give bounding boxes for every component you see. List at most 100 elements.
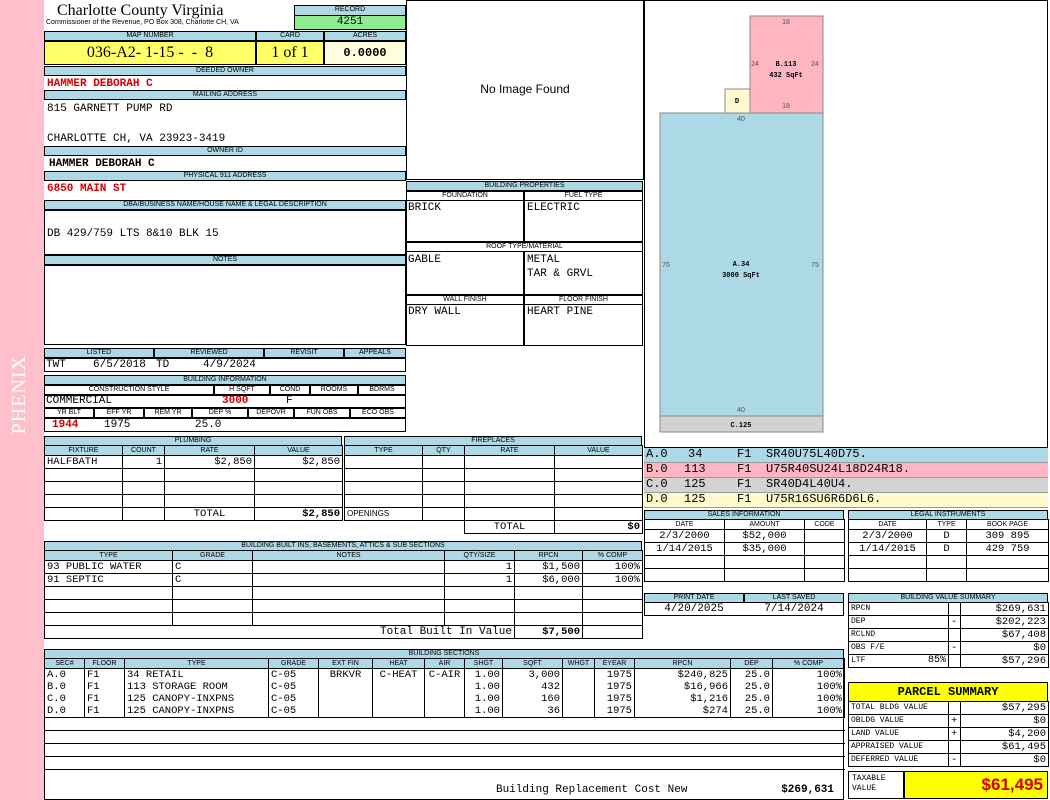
dep-label: DEP % [192,408,248,418]
legal-header: DATE [848,519,927,530]
section-cell: 25.0 [730,705,773,718]
reviewed-label: REVIEWED [154,348,264,358]
sketch-dim: 18 [782,103,790,110]
section-cell: C-05 [268,668,319,681]
sketch-area-b: 432 SqFt [769,72,803,80]
roof-material-value-1: METAL [527,254,561,266]
parcel-name: TOTAL BLDG VALUE [848,701,949,715]
mailing-address-line1: 815 GARNETT PUMP RD [47,103,173,115]
table-row: B.0 F1 113 STORAGE ROOM C-05 1.00 432 1975 $16,… [44,681,845,693]
sections-header: SHGT [464,658,503,669]
section-cell: C-05 [268,681,319,693]
legal-header: TYPE [926,519,967,530]
segment-code: A.0 [646,447,668,461]
built-ins-header: % COMP [582,550,643,561]
value-summary-table: RPCN $269,631 DEP - $202,223 RCLND $67,408 O… [848,602,1049,668]
fireplaces-total: $0 [554,520,643,534]
sections-header: GRADE [268,658,319,669]
summary-sign: - [948,615,961,629]
built-ins-cell: $1,500 [514,560,583,574]
parcel-value: $0 [960,714,1049,728]
sections-header: EXT FIN [318,658,373,669]
fireplaces-header: TYPE [344,445,423,456]
parcel-name: LAND VALUE [848,727,949,741]
section-cell [424,693,465,705]
built-ins-header: RPCN [514,550,583,561]
section-cell: 100% [772,705,845,718]
brcn-value: $269,631 [781,784,834,796]
parcel-sign: + [948,714,961,728]
section-cell [562,668,595,681]
section-cell: F1 [84,681,125,693]
sketch-label-a: A.34 [733,261,750,269]
built-ins-header: GRADE [172,550,253,561]
notes-label: NOTES [44,255,406,265]
sketch-area-a: 3000 SqFt [722,272,760,280]
built-ins-cell: 93 PUBLIC WATER [44,560,173,574]
table-row [44,494,343,508]
section-cell: 1.00 [464,693,503,705]
section-cell: 1975 [594,668,635,681]
section-cell: 1975 [594,681,635,693]
parcel-name: DEFERRED VALUE [848,753,949,767]
map-number-label: MAP NUMBER [44,31,256,41]
section-cell: 34 RETAIL [124,668,269,681]
sections-header: WHGT [562,658,595,669]
table-row: OPENINGS [344,507,643,521]
table-row: 91 SEPTIC C 1 $6,000 100% [44,573,643,587]
summary-pct: 85% [927,655,946,667]
sections-header: HEAT [372,658,425,669]
roof-material-value-2: TAR & GRVL [527,268,594,280]
built-ins-header: NOTES [252,550,445,561]
parcel-name: APPRAISED VALUE [848,740,949,754]
acres-value: 0.0000 [324,41,406,65]
listed-label: LISTED [44,348,154,358]
segment-n: 113 [684,462,706,476]
legal-header: BOOK PAGE [966,519,1049,530]
sections-header: SEC# [44,658,85,669]
table-row: OBLDG VALUE + $0 [848,714,1049,728]
sections-header: SQFT [502,658,563,669]
segment-code: D.0 [646,492,668,506]
table-row: TOTAL BLDG VALUE $57,295 [848,701,1049,715]
table-row: Total Built In Value $7,500 [44,625,643,639]
segment-code: B.0 [646,462,668,476]
sketch-dim: 24 [811,61,819,68]
building-properties-label: BUILDING PROPERTIES [406,181,643,191]
summary-name: RCLND [848,628,949,642]
parcel-summary-table: TOTAL BLDG VALUE $57,295 OBLDG VALUE + $0 L… [848,701,1049,767]
plumbing-cell: $2,850 [164,455,255,469]
section-cell: C-05 [268,705,319,718]
sketch-label-b: B.113 [775,61,796,69]
sales-table: DATE AMOUNT CODE 2/3/2000 $52,000 1/14/2015… [644,519,845,582]
sketch-label-c: C.125 [730,422,751,430]
ecoobs-label: ECO OBS [350,408,406,418]
hsqft-label: H SQFT [214,385,270,395]
section-cell: 25.0 [730,668,773,681]
bdrms-label: BDRMS [358,385,406,395]
table-row: 1/14/2015 D 429 759 [848,542,1049,556]
section-cell [562,693,595,705]
parcel-sign: - [948,753,961,767]
yrblt-value: 1944 [52,419,79,431]
table-row: DEFERRED VALUE - $0 [848,753,1049,767]
owner-id-value: HAMMER DEBORAH C [49,158,155,170]
sales-cell [804,542,845,556]
section-cell: 1975 [594,705,635,718]
sketch-segments: A.0 34 F1 SR40U75L40D75. B.0 113 F1 U75R… [644,448,1048,508]
county-subtitle: Commissioner of the Revenue, PO Box 308,… [46,19,239,26]
legal-cell: 429 759 [966,542,1049,556]
table-row [44,743,845,757]
section-cell: 3,000 [502,668,563,681]
table-row [344,481,643,495]
segment-row: D.0 125 F1 U75R16SU6R6D6L6. [644,493,1048,508]
building-sections-table: SEC# FLOOR TYPE GRADE EXT FIN HEAT AIR SHGT SQFT… [44,658,845,782]
section-cell: 25.0 [730,681,773,693]
parcel-sign: + [948,727,961,741]
summary-sign [948,602,961,616]
hsqft-value: 3000 [222,395,249,407]
section-cell [372,705,425,718]
table-row [44,481,343,495]
plumbing-header: COUNT [122,445,165,456]
mailing-address-label: MAILING ADDRESS [44,90,406,100]
